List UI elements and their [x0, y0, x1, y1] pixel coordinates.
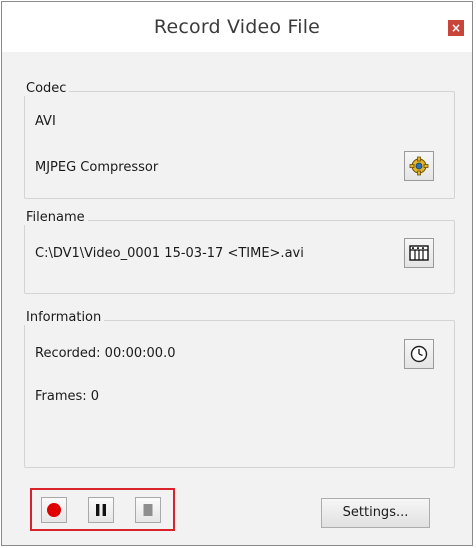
settings-button[interactable]: Settings...: [321, 498, 430, 528]
pause-button[interactable]: [88, 497, 114, 523]
information-group: Information Recorded: 00:00:00.0 Frames:…: [24, 310, 455, 468]
filename-group: Filename C:\DV1\Video_0001 15-03-17 <TIM…: [24, 210, 455, 294]
record-video-dialog: Record Video File × Codec AVI MJPEG Comp…: [1, 1, 473, 546]
recorded-time: Recorded: 00:00:00.0: [35, 346, 176, 361]
codec-settings-button[interactable]: [404, 151, 434, 181]
browse-file-button[interactable]: [404, 238, 434, 268]
window-title: Record Video File: [153, 16, 321, 38]
pause-icon: [96, 504, 106, 516]
stop-button[interactable]: [135, 497, 161, 523]
clock-icon: [410, 345, 428, 363]
timer-button[interactable]: [404, 339, 434, 369]
codec-legend: Codec: [24, 81, 70, 96]
codec-container-label: AVI: [35, 114, 56, 129]
stop-icon: [143, 504, 153, 516]
filename-path: C:\DV1\Video_0001 15-03-17 <TIME>.avi: [35, 246, 304, 261]
record-button[interactable]: [41, 497, 67, 523]
information-legend: Information: [24, 310, 105, 325]
record-icon: [47, 503, 61, 517]
gear-settings-icon: [409, 156, 429, 176]
filename-legend: Filename: [24, 210, 88, 225]
close-button[interactable]: ×: [448, 20, 464, 36]
codec-compressor-label: MJPEG Compressor: [35, 160, 159, 175]
frames-count: Frames: 0: [35, 389, 100, 404]
title-bar[interactable]: Record Video File ×: [2, 2, 472, 52]
codec-group: Codec AVI MJPEG Compressor: [24, 81, 455, 199]
film-folder-icon: [409, 245, 429, 261]
recording-controls-highlight: [30, 488, 175, 531]
